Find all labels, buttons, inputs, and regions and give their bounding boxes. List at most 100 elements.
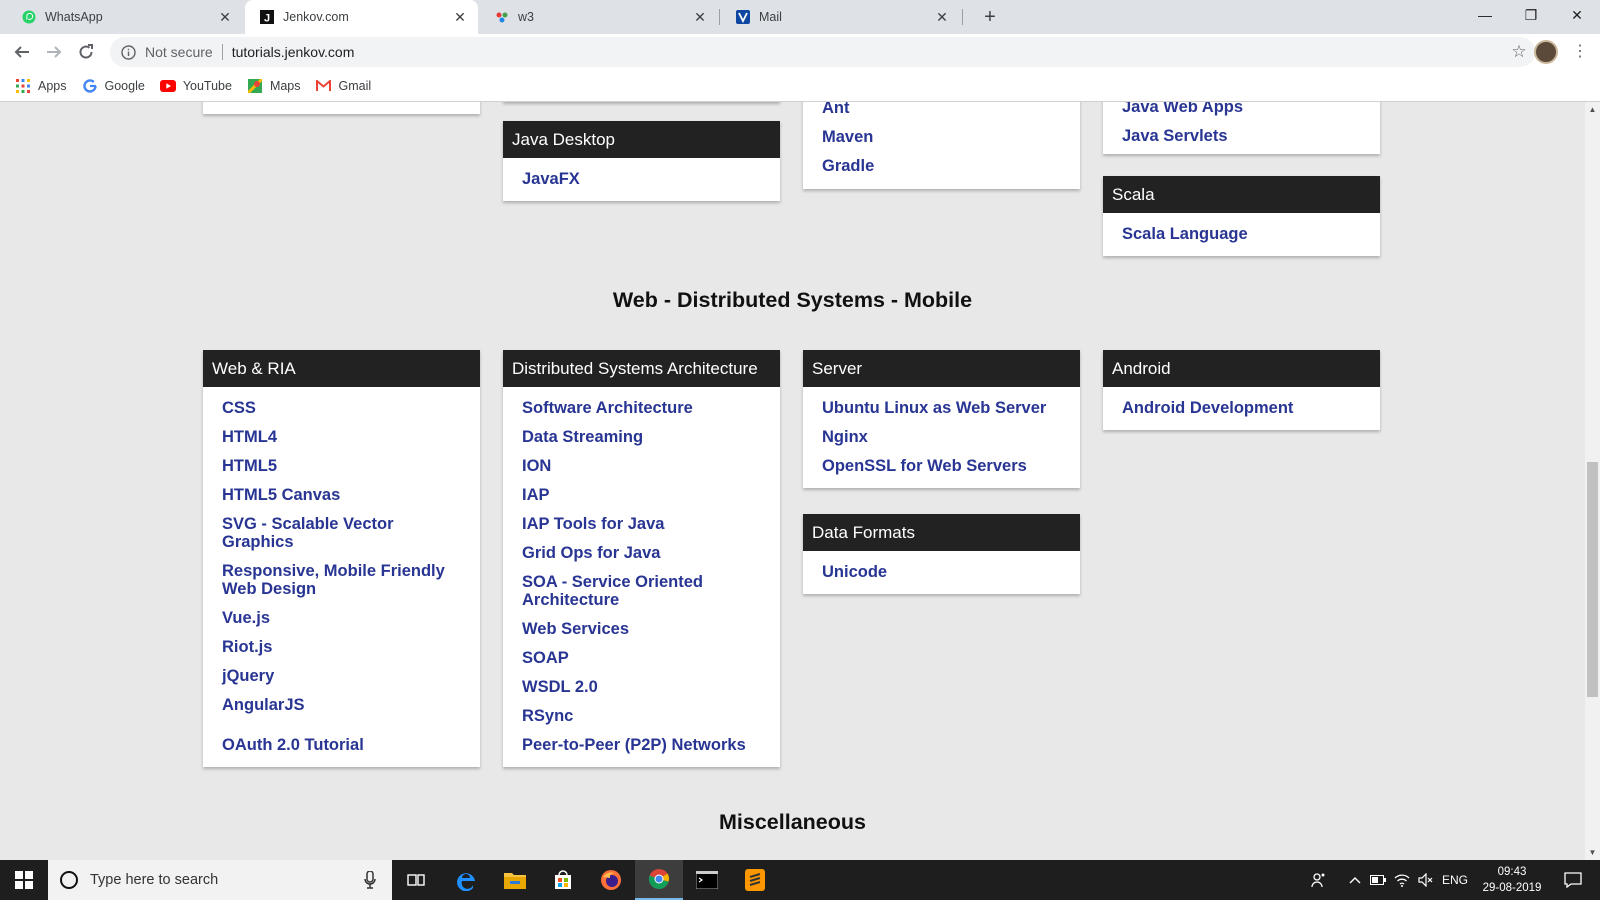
svg-text:J: J xyxy=(264,13,270,25)
link-iap[interactable]: IAP xyxy=(522,480,762,509)
link-web-services[interactable]: Web Services xyxy=(522,614,762,643)
battery-icon[interactable] xyxy=(1368,860,1388,900)
minimize-button[interactable]: — xyxy=(1462,0,1508,30)
scroll-down-icon[interactable]: ▼ xyxy=(1585,845,1600,860)
address-bar[interactable]: Not secure tutorials.jenkov.com ☆ xyxy=(110,37,1535,67)
close-icon[interactable]: ✕ xyxy=(215,9,235,26)
link-jquery[interactable]: jQuery xyxy=(222,661,462,690)
card-links: CSS HTML4 HTML5 HTML5 Canvas SVG - Scala… xyxy=(203,387,480,767)
jenkov-icon: J xyxy=(260,10,274,24)
bookmark-gmail[interactable]: Gmail xyxy=(316,78,371,94)
start-button[interactable] xyxy=(0,860,48,900)
link-software-architecture[interactable]: Software Architecture xyxy=(522,393,762,422)
maps-icon xyxy=(247,78,263,94)
page-scrollbar[interactable]: ▲ ▼ xyxy=(1585,102,1600,860)
back-button[interactable] xyxy=(8,38,36,66)
windows-logo-icon xyxy=(15,871,33,889)
maximize-button[interactable]: ❐ xyxy=(1508,0,1554,30)
link-java-web-apps[interactable]: Java Web Apps xyxy=(1122,102,1362,121)
store-icon[interactable] xyxy=(539,860,587,900)
link-javafx[interactable]: JavaFX xyxy=(522,164,762,193)
wifi-icon[interactable] xyxy=(1392,860,1412,900)
tab-whatsapp[interactable]: WhatsApp ✕ xyxy=(0,0,243,34)
tab-w3[interactable]: w3 ✕ xyxy=(480,0,718,34)
microphone-icon[interactable] xyxy=(360,870,380,890)
edge-icon[interactable] xyxy=(443,860,491,900)
card-java-web: Java Web Apps Java Servlets xyxy=(1103,102,1380,154)
system-clock[interactable]: 09:43 29-08-2019 xyxy=(1472,864,1552,896)
bookmark-apps[interactable]: Apps xyxy=(15,78,67,94)
url-text[interactable]: tutorials.jenkov.com xyxy=(232,44,355,60)
link-html5[interactable]: HTML5 xyxy=(222,451,462,480)
link-soap[interactable]: SOAP xyxy=(522,643,762,672)
people-icon[interactable] xyxy=(1307,860,1331,900)
more-menu-icon[interactable]: ⋮ xyxy=(1570,42,1590,62)
scrollbar-thumb[interactable] xyxy=(1587,462,1598,697)
avatar[interactable] xyxy=(1534,40,1558,64)
language-indicator[interactable]: ENG xyxy=(1440,860,1470,900)
link-gradle[interactable]: Gradle xyxy=(822,151,1062,180)
file-explorer-icon[interactable] xyxy=(491,860,539,900)
link-data-streaming[interactable]: Data Streaming xyxy=(522,422,762,451)
bookmark-google[interactable]: Google xyxy=(82,78,145,94)
bookmark-star-icon[interactable]: ☆ xyxy=(1509,42,1529,62)
link-vuejs[interactable]: Vue.js xyxy=(222,603,462,632)
link-angularjs[interactable]: AngularJS xyxy=(222,690,462,719)
forward-button[interactable] xyxy=(40,38,68,66)
close-icon[interactable]: ✕ xyxy=(932,9,952,26)
link-css[interactable]: CSS xyxy=(222,393,462,422)
chevron-up-icon[interactable] xyxy=(1345,860,1365,900)
notification-icon[interactable] xyxy=(1555,860,1591,900)
bookmark-label: Google xyxy=(104,78,145,93)
firefox-icon[interactable] xyxy=(587,860,635,900)
link-ion[interactable]: ION xyxy=(522,451,762,480)
link-riotjs[interactable]: Riot.js xyxy=(222,632,462,661)
section-heading-miscellaneous: Miscellaneous xyxy=(719,810,866,834)
terminal-icon[interactable] xyxy=(683,860,731,900)
tab-label: Mail xyxy=(759,10,782,24)
taskbar-search[interactable]: Type here to search xyxy=(48,860,392,900)
tab-mail[interactable]: Mail ✕ xyxy=(720,0,960,34)
link-maven[interactable]: Maven xyxy=(822,122,1062,151)
sublime-text-icon[interactable] xyxy=(731,860,779,900)
chrome-icon[interactable] xyxy=(635,860,683,900)
close-icon[interactable]: ✕ xyxy=(690,9,710,26)
close-window-button[interactable]: ✕ xyxy=(1554,0,1600,30)
gmail-icon xyxy=(316,78,332,94)
card-links: Ant Maven Gradle xyxy=(803,102,1080,188)
link-ant[interactable]: Ant xyxy=(822,102,1062,122)
bookmark-youtube[interactable]: YouTube xyxy=(159,78,232,94)
link-java-servlets[interactable]: Java Servlets xyxy=(1122,121,1362,150)
clock-time: 09:43 xyxy=(1497,866,1527,878)
scroll-up-icon[interactable]: ▲ xyxy=(1585,102,1600,117)
link-responsive-design[interactable]: Responsive, Mobile Friendly Web Design xyxy=(222,556,462,603)
link-unicode[interactable]: Unicode xyxy=(822,557,1062,586)
tab-jenkov[interactable]: J Jenkov.com ✕ xyxy=(245,0,478,34)
new-tab-button[interactable]: + xyxy=(977,4,1003,30)
bookmark-maps[interactable]: Maps xyxy=(247,78,301,94)
link-openssl[interactable]: OpenSSL for Web Servers xyxy=(822,451,1062,480)
link-ubuntu-web-server[interactable]: Ubuntu Linux as Web Server xyxy=(822,393,1062,422)
link-svg[interactable]: SVG - Scalable Vector Graphics xyxy=(222,509,462,556)
link-android-development[interactable]: Android Development xyxy=(1122,393,1362,422)
bookmark-label: YouTube xyxy=(182,78,232,93)
link-rsync[interactable]: RSync xyxy=(522,701,762,730)
link-oauth[interactable]: OAuth 2.0 Tutorial xyxy=(222,730,462,759)
link-soa[interactable]: SOA - Service Oriented Architecture xyxy=(522,567,762,614)
info-icon[interactable] xyxy=(120,44,136,60)
volume-muted-icon[interactable] xyxy=(1416,860,1436,900)
link-grid-ops[interactable]: Grid Ops for Java xyxy=(522,538,762,567)
card-links: Android Development xyxy=(1103,387,1380,430)
bookmark-label: Maps xyxy=(269,78,301,93)
link-wsdl[interactable]: WSDL 2.0 xyxy=(522,672,762,701)
task-view-icon[interactable] xyxy=(392,860,440,900)
link-p2p[interactable]: Peer-to-Peer (P2P) Networks xyxy=(522,730,762,759)
link-html5-canvas[interactable]: HTML5 Canvas xyxy=(222,480,462,509)
link-iap-tools[interactable]: IAP Tools for Java xyxy=(522,509,762,538)
link-nginx[interactable]: Nginx xyxy=(822,422,1062,451)
card-build-tools: Ant Maven Gradle xyxy=(803,102,1080,189)
close-icon[interactable]: ✕ xyxy=(450,9,470,26)
link-html4[interactable]: HTML4 xyxy=(222,422,462,451)
link-scala-language[interactable]: Scala Language xyxy=(1122,219,1362,248)
reload-button[interactable] xyxy=(72,38,100,66)
